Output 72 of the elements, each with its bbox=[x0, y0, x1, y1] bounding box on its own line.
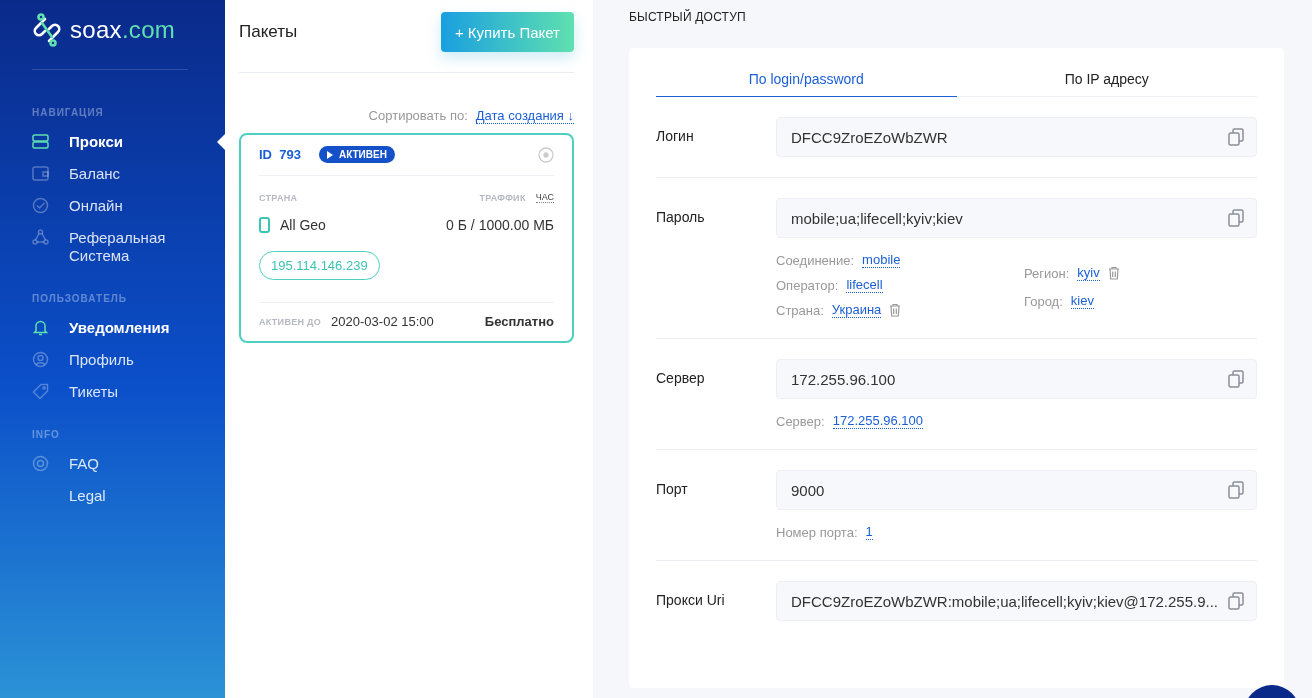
field-label: Прокси Uri bbox=[656, 591, 726, 610]
sidebar-item[interactable]: Legal bbox=[32, 487, 225, 505]
traffic-label: ТРАФФИК bbox=[479, 192, 526, 203]
user-icon bbox=[32, 351, 49, 368]
section-title: НАВИГАЦИЯ bbox=[32, 107, 105, 118]
status-badge: АКТИВЕН bbox=[318, 146, 395, 163]
wallet-icon bbox=[32, 165, 49, 182]
hint-label: Город: bbox=[1024, 293, 1063, 309]
copy-icon[interactable] bbox=[1228, 592, 1244, 610]
hint-label: Номер порта: bbox=[776, 524, 858, 540]
hint-label: Сервер: bbox=[776, 413, 825, 429]
sort-link[interactable]: Дата создания ↓ bbox=[475, 108, 574, 124]
tag-icon bbox=[32, 383, 49, 400]
traffic-value: 0 Б / 1000.00 МБ bbox=[446, 217, 554, 233]
field-label: Логин bbox=[656, 127, 695, 146]
copy-icon[interactable] bbox=[1228, 209, 1244, 227]
field-label: Порт bbox=[656, 480, 689, 499]
bell-icon bbox=[32, 319, 49, 336]
sidebar-item[interactable]: Реферальная Система bbox=[32, 229, 225, 265]
lifebuoy-icon bbox=[32, 455, 49, 472]
check-circle-icon bbox=[32, 197, 49, 214]
sidebar-item[interactable]: Тикеты bbox=[32, 383, 225, 401]
section-title: INFO bbox=[32, 429, 61, 440]
hint-value[interactable]: lifecell bbox=[846, 277, 883, 293]
country-value: All Geo bbox=[280, 217, 326, 233]
sidebar-item[interactable]: Профиль bbox=[32, 351, 225, 369]
sidebar-item[interactable]: FAQ bbox=[32, 455, 225, 473]
hint-value[interactable]: kiev bbox=[1070, 293, 1094, 309]
sort-label: Сортировать по: bbox=[368, 108, 468, 124]
value-field[interactable]: 172.255.96.100 bbox=[776, 359, 1257, 399]
copy-icon[interactable] bbox=[1228, 370, 1244, 388]
logo-text: soax.com bbox=[70, 16, 176, 44]
logo-icon bbox=[32, 13, 62, 47]
active-until-label: АКТИВЕН ДО bbox=[259, 316, 322, 327]
traffic-unit[interactable]: ЧАС bbox=[535, 192, 554, 203]
price-value: Бесплатно bbox=[484, 314, 554, 329]
hint-value[interactable]: kyiv bbox=[1077, 265, 1100, 281]
hint-value[interactable]: 172.255.96.100 bbox=[832, 413, 924, 429]
hint-value[interactable]: Украина bbox=[831, 302, 882, 318]
radio-icon[interactable] bbox=[538, 146, 554, 163]
panel-title: Пакеты bbox=[239, 22, 298, 42]
phone-icon bbox=[259, 217, 270, 233]
sidebar-item[interactable]: Уведомления bbox=[32, 319, 225, 337]
copy-icon[interactable] bbox=[1228, 128, 1244, 146]
hint-value[interactable]: 1 bbox=[865, 524, 873, 540]
hint-label: Соединение: bbox=[776, 252, 855, 268]
play-icon bbox=[326, 150, 333, 159]
tab[interactable]: По login/password bbox=[656, 66, 957, 97]
value-field[interactable]: DFCC9ZroEZoWbZWR bbox=[776, 117, 1257, 157]
value-field[interactable]: mobile;ua;lifecell;kyiv;kiev bbox=[776, 198, 1257, 238]
copy-icon[interactable] bbox=[1228, 481, 1244, 499]
sidebar-item[interactable]: Баланс bbox=[32, 165, 225, 183]
hint-label: Оператор: bbox=[776, 277, 839, 293]
field-label: Пароль bbox=[656, 208, 706, 227]
server-icon bbox=[32, 133, 49, 150]
tab[interactable]: По IP адресу bbox=[956, 66, 1257, 97]
active-until-value: 2020-03-02 15:00 bbox=[331, 314, 434, 329]
sidebar-item[interactable]: Онлайн bbox=[32, 197, 225, 215]
trash-icon[interactable] bbox=[1107, 266, 1120, 280]
section-title: БЫСТРЫЙ ДОСТУП bbox=[629, 10, 747, 24]
package-card[interactable]: ID 793 АКТИВЕН СТРАНА ТРАФФИК ЧАС All Geo 0 Б / 1000.00 МБ 195.114.146.239 АКТИВЕН ДО 2020-03-02 15:00 Бесплатно bbox=[239, 133, 574, 343]
hint-label: Страна: bbox=[776, 302, 824, 318]
trash-icon[interactable] bbox=[889, 303, 902, 317]
field-label: Сервер bbox=[656, 369, 706, 388]
hint-label: Регион: bbox=[1024, 265, 1070, 281]
section-title: ПОЛЬЗОВАТЕЛЬ bbox=[32, 293, 128, 304]
value-field[interactable]: 9000 bbox=[776, 470, 1257, 510]
hint-value[interactable]: mobile bbox=[862, 252, 901, 268]
country-label: СТРАНА bbox=[259, 192, 298, 203]
network-icon bbox=[32, 229, 49, 246]
package-id: ID 793 bbox=[259, 147, 301, 162]
value-field[interactable]: DFCC9ZroEZoWbZWR:mobile;ua;lifecell;kyiv;kiev@172.255.9... bbox=[776, 581, 1257, 621]
